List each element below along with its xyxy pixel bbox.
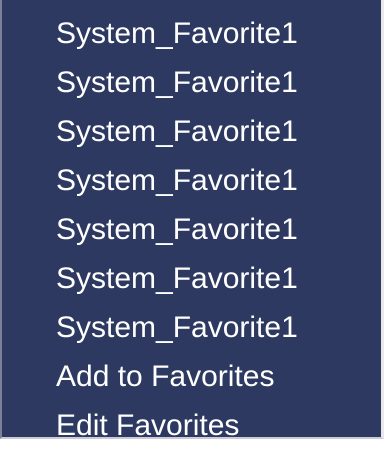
- favorite-item-1[interactable]: System_Favorite1: [56, 9, 298, 58]
- favorite-item-6[interactable]: System_Favorite1: [56, 254, 298, 303]
- favorite-item-2[interactable]: System_Favorite1: [56, 58, 298, 107]
- add-to-favorites-item[interactable]: Add to Favorites: [56, 352, 298, 401]
- favorites-menu-list: System_Favorite1 System_Favorite1 System…: [56, 9, 298, 450]
- favorite-item-7[interactable]: System_Favorite1: [56, 303, 298, 352]
- favorite-item-4[interactable]: System_Favorite1: [56, 156, 298, 205]
- favorite-item-3[interactable]: System_Favorite1: [56, 107, 298, 156]
- favorite-item-5[interactable]: System_Favorite1: [56, 205, 298, 254]
- edit-favorites-item[interactable]: Edit Favorites: [56, 401, 298, 450]
- favorites-menu: System_Favorite1 System_Favorite1 System…: [0, 0, 384, 442]
